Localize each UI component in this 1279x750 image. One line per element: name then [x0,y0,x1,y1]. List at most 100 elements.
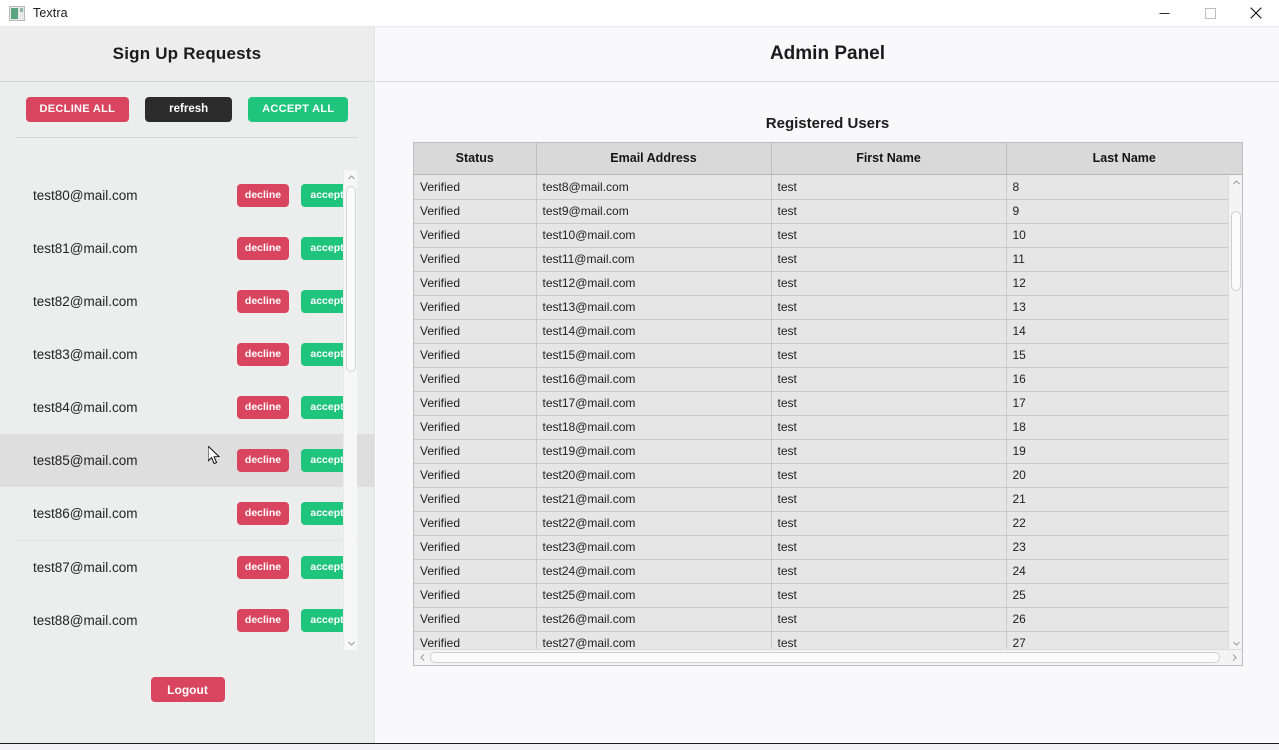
chevron-up-icon[interactable] [344,170,358,184]
decline-button[interactable]: decline [237,183,289,207]
column-header[interactable]: First Name [771,143,1007,175]
table-row[interactable]: Verified test12@mail.com test 12 [414,271,1242,296]
table-cell: 8 [1006,175,1242,200]
list-item[interactable]: test88@mail.com decline accept [0,594,374,647]
scrollbar-thumb[interactable] [1231,211,1241,291]
table-cell: 12 [1006,271,1242,296]
table-row[interactable]: Verified test18@mail.com test 18 [414,415,1242,440]
table-row[interactable]: Verified test21@mail.com test 21 [414,487,1242,512]
request-email: test88@mail.com [33,612,138,628]
table-cell: Verified [414,607,537,632]
request-actions: decline accept [237,501,353,525]
table-cell: 15 [1006,343,1242,368]
request-actions: decline accept [237,395,353,419]
scrollbar-thumb[interactable] [346,186,356,372]
decline-button[interactable]: decline [237,236,289,260]
table-row[interactable]: Verified test23@mail.com test 23 [414,535,1242,560]
logout-button[interactable]: Logout [150,677,225,702]
column-header[interactable]: Email Address [536,143,772,175]
table-row[interactable]: Verified test17@mail.com test 17 [414,391,1242,416]
table-cell: test [771,487,1007,512]
table-cell: test17@mail.com [536,391,772,416]
table-row[interactable]: Verified test13@mail.com test 13 [414,295,1242,320]
chevron-down-icon[interactable] [1229,636,1243,650]
chevron-down-icon[interactable] [344,636,358,650]
chevron-left-icon[interactable] [415,650,429,665]
table-cell: Verified [414,631,537,650]
table-horizontal-scrollbar[interactable] [414,649,1242,665]
table-cell: test18@mail.com [536,415,772,440]
table-row[interactable]: Verified test8@mail.com test 8 [414,175,1242,200]
decline-button[interactable]: decline [237,448,289,472]
list-item[interactable]: test86@mail.com decline accept [0,487,374,540]
logout-area: Logout [0,677,374,702]
list-item[interactable]: test85@mail.com decline accept [0,434,374,487]
table-cell: test12@mail.com [536,271,772,296]
table-row[interactable]: Verified test19@mail.com test 19 [414,439,1242,464]
signup-requests-list: test80@mail.com decline accept test81@mail.… [0,169,374,651]
request-email: test84@mail.com [33,399,138,415]
column-header[interactable]: Status [414,143,537,175]
table-cell: Verified [414,463,537,488]
column-header[interactable]: Last Name [1006,143,1242,175]
table-row[interactable]: Verified test16@mail.com test 16 [414,367,1242,392]
table-cell: test25@mail.com [536,583,772,608]
close-button[interactable] [1233,0,1279,27]
refresh-button[interactable]: refresh [145,97,233,122]
request-actions: decline accept [237,342,353,366]
list-item[interactable]: test87@mail.com decline accept [0,541,374,594]
table-row[interactable]: Verified test11@mail.com test 11 [414,247,1242,272]
table-cell: Verified [414,367,537,392]
scrollbar-thumb[interactable] [430,652,1220,663]
list-item[interactable]: test82@mail.com decline accept [0,275,374,328]
table-cell: 24 [1006,559,1242,584]
list-item[interactable]: test80@mail.com decline accept [0,169,374,222]
request-actions: decline accept [237,183,353,207]
minimize-icon [1159,8,1170,19]
table-cell: test [771,199,1007,224]
list-item[interactable]: test83@mail.com decline accept [0,328,374,381]
list-item[interactable]: test81@mail.com decline accept [0,222,374,275]
decline-button[interactable]: decline [237,289,289,313]
table-row[interactable]: Verified test15@mail.com test 15 [414,343,1242,368]
table-cell: test [771,391,1007,416]
table-cell: 19 [1006,439,1242,464]
decline-button[interactable]: decline [237,608,289,632]
table-row[interactable]: Verified test26@mail.com test 26 [414,607,1242,632]
table-row[interactable]: Verified test24@mail.com test 24 [414,559,1242,584]
table-row[interactable]: Verified test9@mail.com test 9 [414,199,1242,224]
decline-button[interactable]: decline [237,395,289,419]
request-email: test80@mail.com [33,187,138,203]
table-row[interactable]: Verified test25@mail.com test 25 [414,583,1242,608]
table-cell: test [771,535,1007,560]
list-item[interactable]: test84@mail.com decline accept [0,381,374,434]
table-cell: 25 [1006,583,1242,608]
table-cell: test19@mail.com [536,439,772,464]
table-cell: Verified [414,247,537,272]
decline-button[interactable]: decline [237,342,289,366]
maximize-button[interactable] [1187,0,1233,27]
table-vertical-scrollbar[interactable] [1228,175,1242,650]
decline-button[interactable]: decline [237,555,289,579]
table-cell: 27 [1006,631,1242,650]
decline-button[interactable]: decline [237,501,289,525]
accept-all-button[interactable]: ACCEPT ALL [248,97,349,122]
table-cell: Verified [414,295,537,320]
table-row[interactable]: Verified test22@mail.com test 22 [414,511,1242,536]
request-actions: decline accept [237,555,353,579]
signup-list-scrollbar[interactable] [343,170,357,650]
chevron-up-icon[interactable] [1229,175,1243,189]
table-cell: Verified [414,271,537,296]
minimize-button[interactable] [1141,0,1187,27]
decline-all-button[interactable]: DECLINE ALL [25,97,130,122]
table-row[interactable]: Verified test27@mail.com test 27 [414,631,1242,650]
table-cell: Verified [414,319,537,344]
table-row[interactable]: Verified test20@mail.com test 20 [414,463,1242,488]
table-cell: Verified [414,175,537,200]
table-row[interactable]: Verified test10@mail.com test 10 [414,223,1242,248]
request-email: test87@mail.com [33,559,138,575]
chevron-right-icon[interactable] [1227,650,1241,665]
table-cell: test27@mail.com [536,631,772,650]
table-cell: test [771,223,1007,248]
table-row[interactable]: Verified test14@mail.com test 14 [414,319,1242,344]
